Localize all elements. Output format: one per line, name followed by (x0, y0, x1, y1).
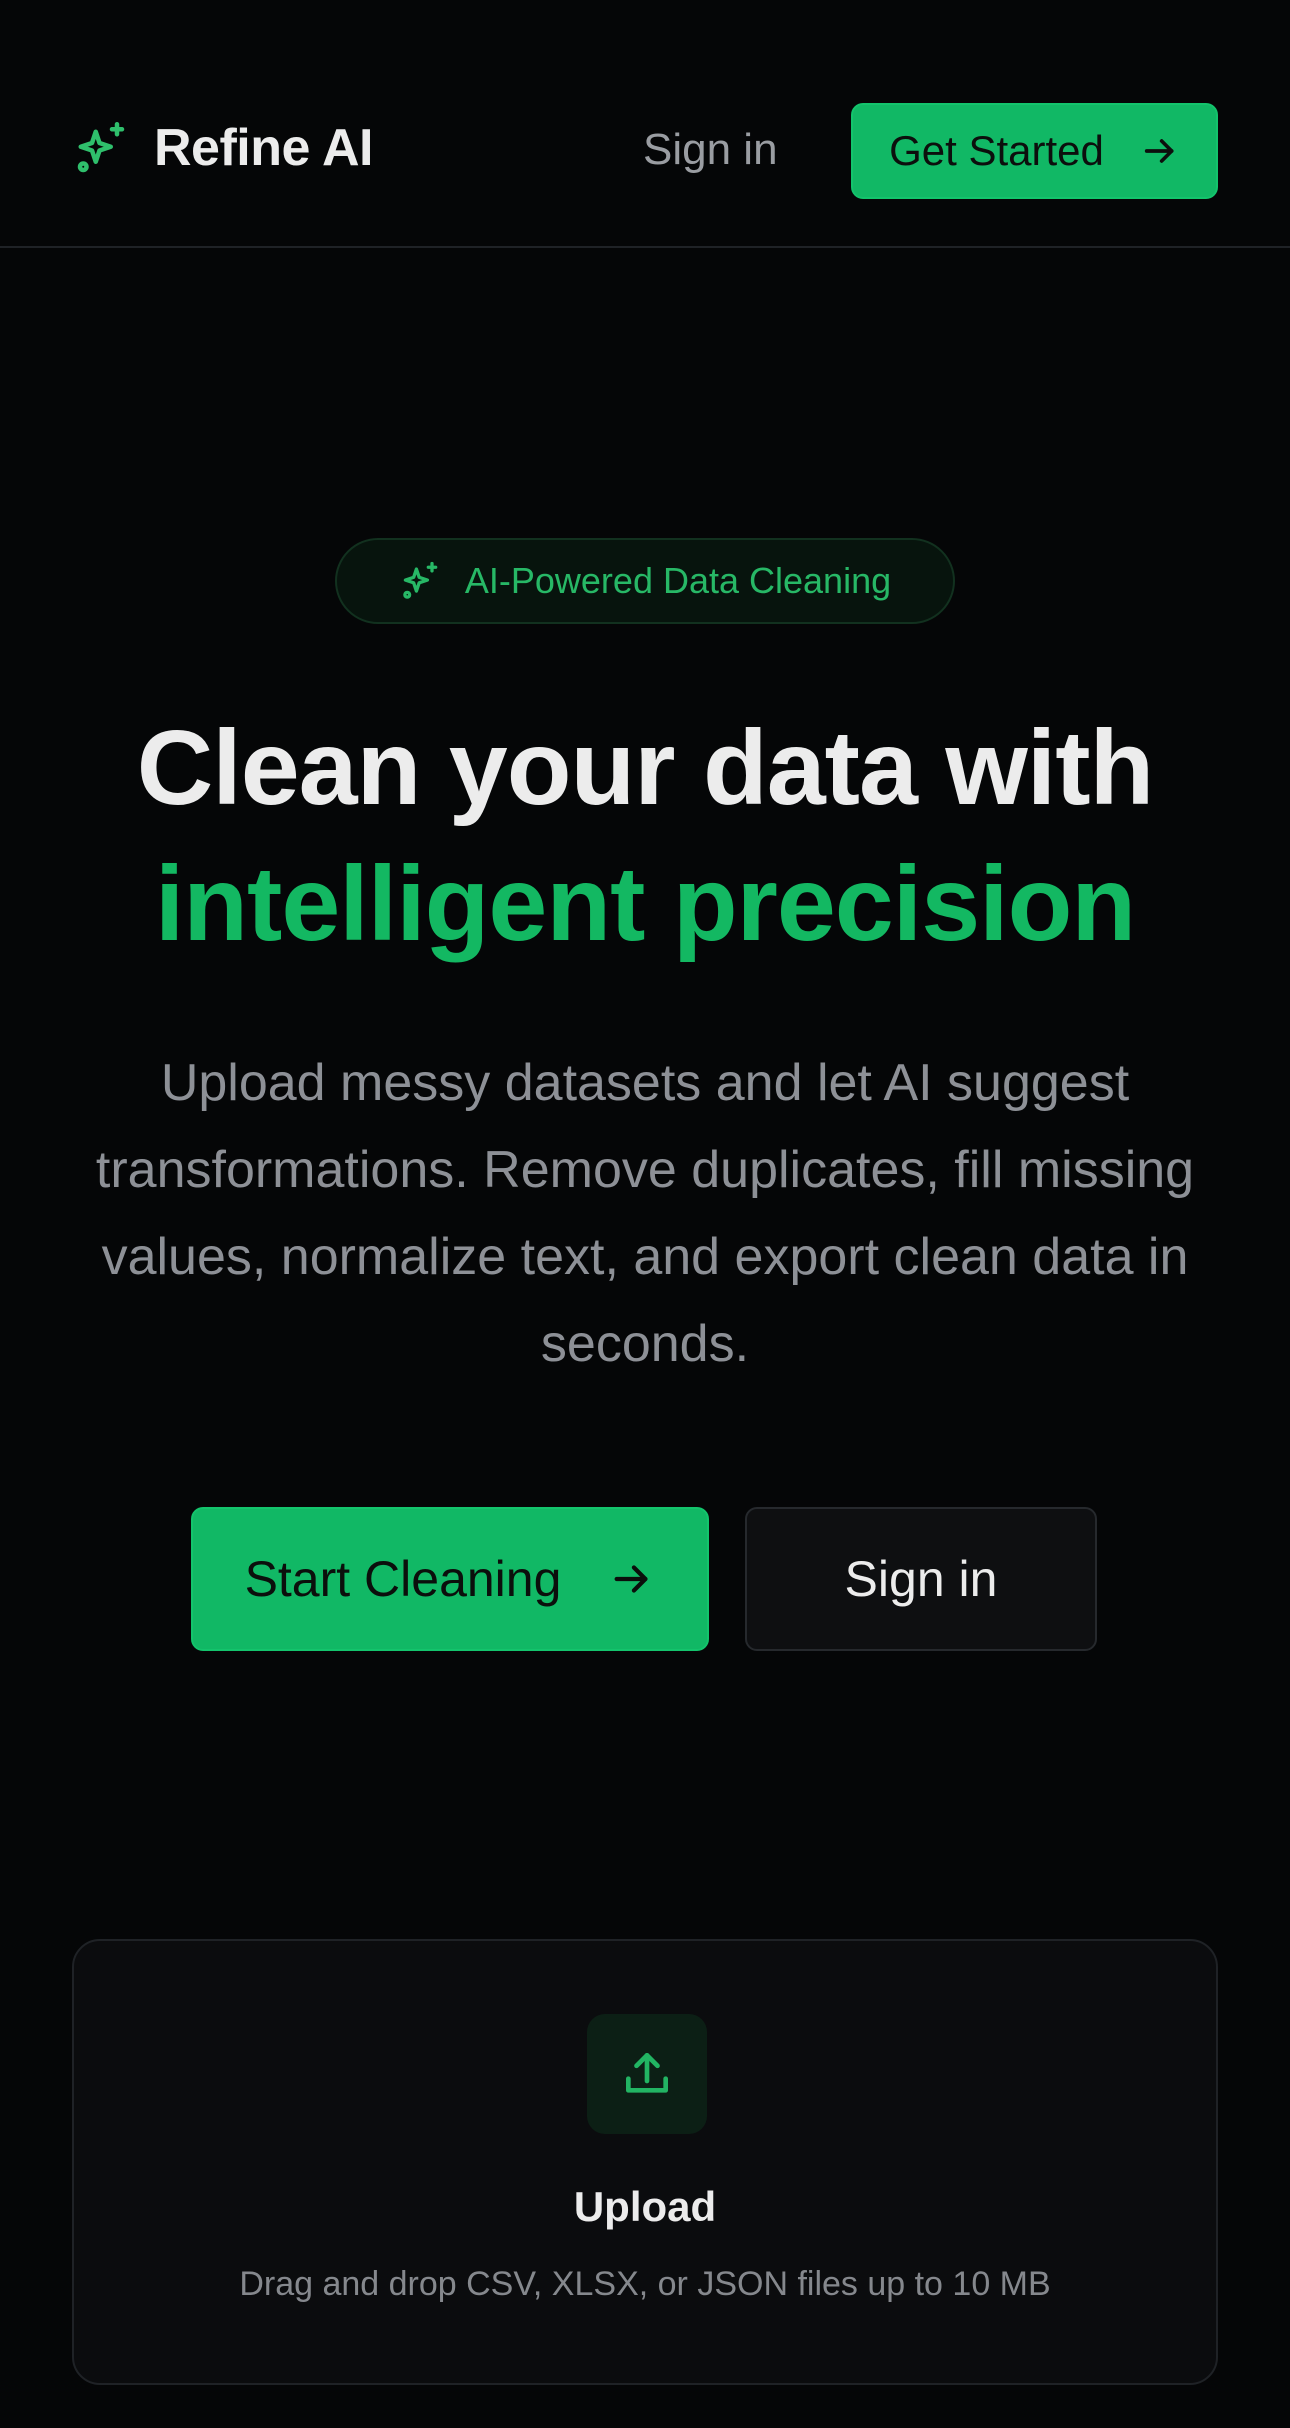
upload-title: Upload (573, 2183, 717, 2230)
headline-line-1: Clean your data with (136, 709, 1155, 827)
hero-description: Upload messy datasets and let AI suggest… (95, 1054, 1195, 1373)
hero-cta-group: Start Cleaning Sign in (191, 1507, 1097, 1651)
start-cleaning-button[interactable]: Start Cleaning (191, 1507, 709, 1651)
hero-sign-in-label: Sign in (844, 1551, 998, 1607)
landing-page: Refine AI Sign in Get Started AI-Powered… (0, 0, 1290, 2428)
brand-name: Refine AI (154, 119, 373, 177)
hero-headline: Clean your data with intelligent precisi… (0, 700, 1290, 972)
headline-line-2-accent: intelligent precision (154, 845, 1136, 963)
sparkles-icon (403, 561, 438, 599)
sparkles-icon (77, 122, 125, 173)
upload-description: Drag and drop CSV, XLSX, or JSON files u… (239, 2265, 1051, 2303)
top-nav: Refine AI Sign in Get Started (0, 0, 1290, 248)
hero-sign-in-button[interactable]: Sign in (745, 1507, 1097, 1651)
upload-icon (626, 2053, 668, 2093)
upload-dropzone[interactable]: Upload Drag and drop CSV, XLSX, or JSON … (72, 1939, 1218, 2385)
arrow-right-icon (1144, 139, 1174, 163)
start-cleaning-label: Start Cleaning (244, 1551, 562, 1607)
nav-sign-in-link[interactable]: Sign in (643, 118, 778, 182)
badge-label: AI-Powered Data Cleaning (464, 560, 892, 601)
brand-logo[interactable]: Refine AI (72, 118, 373, 178)
get-started-button[interactable]: Get Started (851, 103, 1218, 199)
upload-icon-container (587, 2014, 707, 2134)
arrow-right-icon (614, 1565, 648, 1593)
get-started-label: Get Started (889, 127, 1104, 174)
feature-badge: AI-Powered Data Cleaning (335, 538, 955, 624)
